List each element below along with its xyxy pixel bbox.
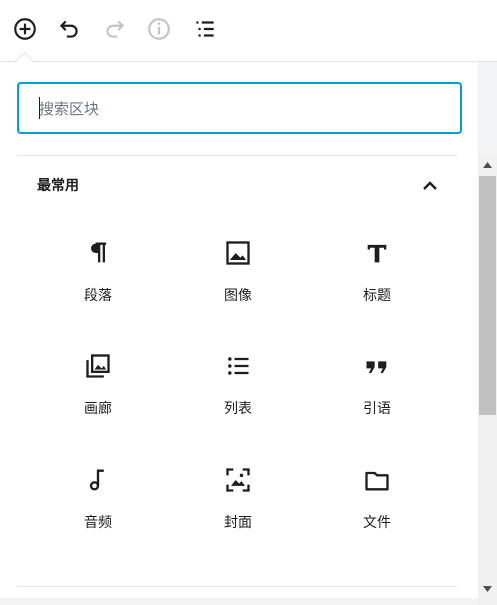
divider (17, 586, 457, 587)
scroll-down-button[interactable] (478, 579, 497, 598)
block-item-heading[interactable]: 标题 (312, 239, 442, 339)
undo-icon (59, 20, 78, 38)
block-item-quote[interactable]: 引语 (312, 352, 442, 452)
search-box (17, 82, 462, 134)
block-item-paragraph[interactable]: 段落 (33, 239, 163, 339)
list-view-icon (196, 21, 214, 37)
block-item-gallery[interactable]: 画廊 (33, 352, 163, 452)
block-label: 文件 (363, 515, 391, 531)
triangle-down-icon (483, 585, 492, 592)
cover-icon (226, 468, 250, 492)
block-item-file[interactable]: 文件 (312, 466, 442, 566)
block-item-cover[interactable]: 封面 (173, 466, 303, 566)
scroll-up-button[interactable] (478, 155, 497, 174)
block-label: 图像 (224, 288, 252, 304)
paragraph-icon (91, 242, 107, 263)
panel-scrollbar[interactable] (478, 155, 497, 605)
file-icon (365, 471, 389, 491)
list-view-button[interactable] (190, 14, 220, 44)
block-label: 音频 (84, 515, 112, 531)
redo-button[interactable] (100, 14, 130, 44)
add-block-button[interactable] (10, 14, 40, 44)
image-icon (226, 241, 250, 265)
editor-toolbar (0, 0, 497, 62)
quote-icon (366, 361, 387, 373)
scrollbar-thumb[interactable] (479, 176, 496, 415)
block-item-list[interactable]: 列表 (173, 352, 303, 452)
triangle-up-icon (483, 161, 492, 168)
audio-icon (89, 469, 104, 491)
block-label: 列表 (224, 401, 252, 417)
plus-circle-icon (14, 18, 36, 40)
block-label: 标题 (363, 288, 391, 304)
block-info-button[interactable] (144, 14, 174, 44)
info-icon (148, 18, 170, 40)
text-cursor (39, 97, 40, 119)
panel-bottom-edge (0, 598, 478, 605)
search-input[interactable] (37, 84, 441, 134)
block-item-audio[interactable]: 音频 (33, 466, 163, 566)
divider (17, 155, 457, 156)
block-label: 段落 (84, 288, 112, 304)
block-inserter-panel: 最常用 段落 图像 标题 画廊 (0, 62, 478, 605)
redo-icon (106, 20, 125, 38)
undo-button[interactable] (54, 14, 84, 44)
gallery-icon (86, 354, 110, 378)
block-label: 画廊 (84, 401, 112, 417)
category-title: 最常用 (37, 178, 79, 194)
chevron-up-icon[interactable] (418, 174, 442, 198)
list-icon (228, 357, 249, 375)
heading-icon (367, 244, 387, 263)
block-item-image[interactable]: 图像 (173, 239, 303, 339)
block-label: 引语 (363, 401, 391, 417)
block-label: 封面 (224, 515, 252, 531)
